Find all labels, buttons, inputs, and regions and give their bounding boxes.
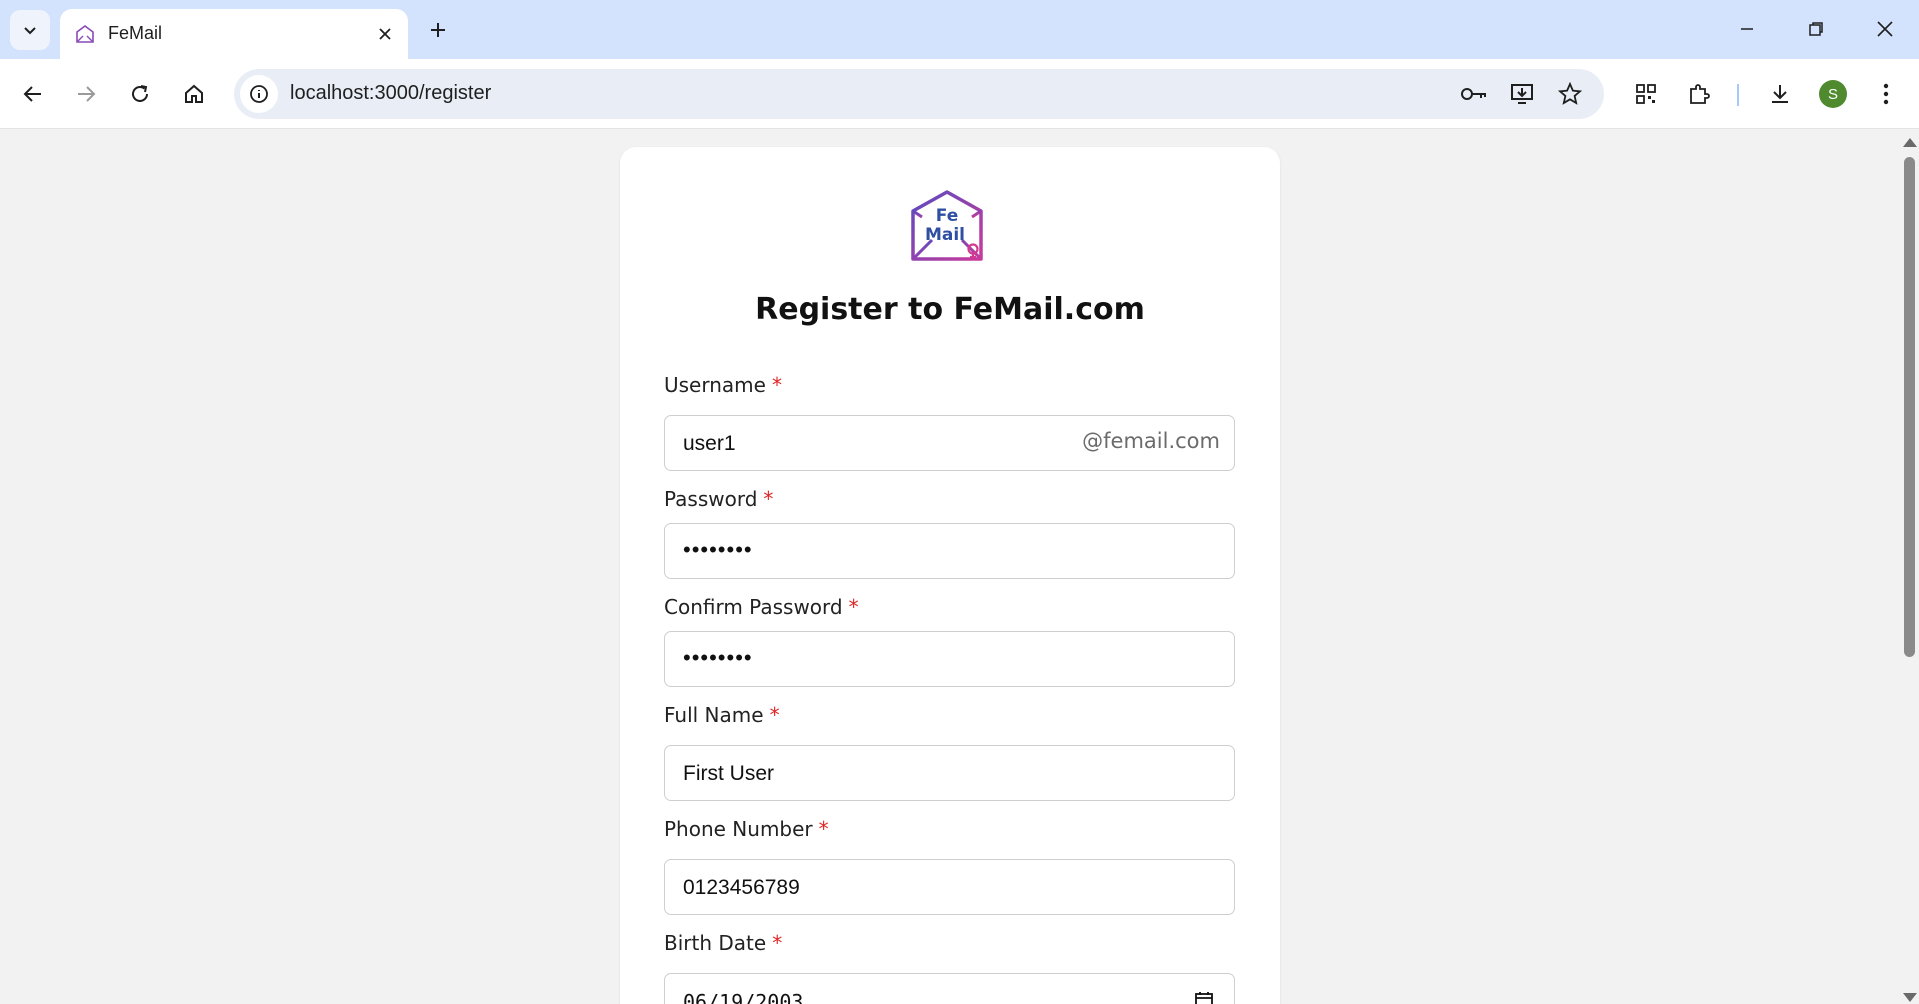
minimize-button[interactable] <box>1722 8 1772 50</box>
star-icon <box>1558 82 1582 105</box>
full-name-value: First User <box>683 762 774 785</box>
tab-strip: FeMail <box>0 0 1919 59</box>
tab-femail[interactable]: FeMail <box>60 9 408 59</box>
username-input[interactable]: user1 @femail.com <box>664 415 1235 471</box>
password-input[interactable]: •••••••• <box>664 523 1235 579</box>
puzzle-icon <box>1690 84 1710 104</box>
download-icon <box>1772 85 1788 103</box>
restore-button[interactable] <box>1791 8 1841 50</box>
password-label: Password * <box>664 487 773 511</box>
address-bar[interactable]: localhost:3000/register <box>234 69 1604 119</box>
browser-toolbar: localhost:3000/register S <box>0 59 1919 129</box>
birth-date-input[interactable]: 06/19/2003 <box>664 973 1235 1004</box>
confirm-password-label-text: Confirm Password <box>664 595 843 619</box>
calendar-icon[interactable] <box>1194 990 1214 1004</box>
qr-code-button[interactable] <box>1626 74 1666 114</box>
password-label-text: Password <box>664 487 758 511</box>
downloads-button[interactable] <box>1760 74 1800 114</box>
toolbar-divider <box>1737 84 1739 106</box>
arrow-right-icon <box>78 86 96 102</box>
required-asterisk: * <box>769 703 780 727</box>
qr-code-icon <box>1636 84 1656 104</box>
required-asterisk: * <box>772 931 783 955</box>
profile-avatar[interactable]: S <box>1819 80 1847 108</box>
phone-number-label: Phone Number * <box>664 817 829 841</box>
required-asterisk: * <box>848 595 859 619</box>
username-label: Username * <box>664 373 782 397</box>
confirm-password-input[interactable]: •••••••• <box>664 631 1235 687</box>
phone-number-value: 0123456789 <box>683 876 800 899</box>
required-asterisk: * <box>818 817 829 841</box>
info-icon <box>250 85 268 103</box>
tab-title: FeMail <box>108 23 163 43</box>
install-app-icon <box>1511 84 1533 104</box>
url-text[interactable]: localhost:3000/register <box>290 82 491 105</box>
page-title: Register to FeMail.com <box>755 292 1145 327</box>
confirm-password-value: •••••••• <box>683 645 753 670</box>
close-icon <box>1877 21 1893 37</box>
extensions-button[interactable] <box>1679 74 1719 114</box>
browser-menu-button[interactable] <box>1866 74 1906 114</box>
full-name-input[interactable]: First User <box>664 745 1235 801</box>
arrow-left-icon <box>23 86 41 102</box>
logo-text-fe: Fe <box>936 206 958 226</box>
password-value: •••••••• <box>683 537 753 562</box>
plus-icon <box>431 23 445 37</box>
tab-search-button[interactable] <box>10 10 50 50</box>
page-viewport: Fe Mail Register to FeMail.com Username *… <box>0 130 1900 1004</box>
full-name-label: Full Name * <box>664 703 780 727</box>
chevron-down-icon <box>24 27 36 35</box>
more-vertical-icon <box>1883 83 1889 105</box>
email-domain-suffix: @femail.com <box>1082 429 1220 453</box>
confirm-password-label: Confirm Password * <box>664 595 859 619</box>
required-asterisk: * <box>763 487 774 511</box>
bookmark-button[interactable] <box>1553 77 1587 111</box>
reload-button[interactable] <box>120 74 160 114</box>
register-card: Fe Mail Register to FeMail.com Username *… <box>620 147 1280 1004</box>
femail-favicon-icon <box>76 25 94 43</box>
new-tab-button[interactable] <box>422 14 454 46</box>
birth-date-label: Birth Date * <box>664 931 782 955</box>
password-manager-button[interactable] <box>1457 77 1491 111</box>
install-app-button[interactable] <box>1505 77 1539 111</box>
birth-date-value: 06/19/2003 <box>683 990 804 1004</box>
reload-icon <box>132 85 148 102</box>
close-icon <box>379 28 391 40</box>
phone-number-input[interactable]: 0123456789 <box>664 859 1235 915</box>
minimize-icon <box>1741 28 1753 30</box>
username-value: user1 <box>683 432 736 455</box>
username-label-text: Username <box>664 373 766 397</box>
full-name-label-text: Full Name <box>664 703 764 727</box>
page-scrollbar[interactable] <box>1900 130 1919 1004</box>
required-asterisk: * <box>771 373 782 397</box>
forward-button[interactable] <box>66 74 106 114</box>
key-icon <box>1461 88 1486 100</box>
logo-text-mail: Mail <box>925 225 965 245</box>
birth-date-label-text: Birth Date <box>664 931 767 955</box>
close-window-button[interactable] <box>1860 8 1910 50</box>
site-info-button[interactable] <box>240 75 278 113</box>
home-icon <box>185 84 203 103</box>
femail-logo: Fe Mail <box>911 190 983 261</box>
restore-icon <box>1809 22 1823 36</box>
home-button[interactable] <box>174 74 214 114</box>
back-button[interactable] <box>13 74 53 114</box>
phone-number-label-text: Phone Number <box>664 817 813 841</box>
scroll-up-arrow[interactable] <box>1903 138 1917 147</box>
tab-close-button[interactable] <box>372 21 398 47</box>
scroll-down-arrow[interactable] <box>1903 993 1917 1002</box>
scrollbar-thumb[interactable] <box>1904 157 1915 657</box>
